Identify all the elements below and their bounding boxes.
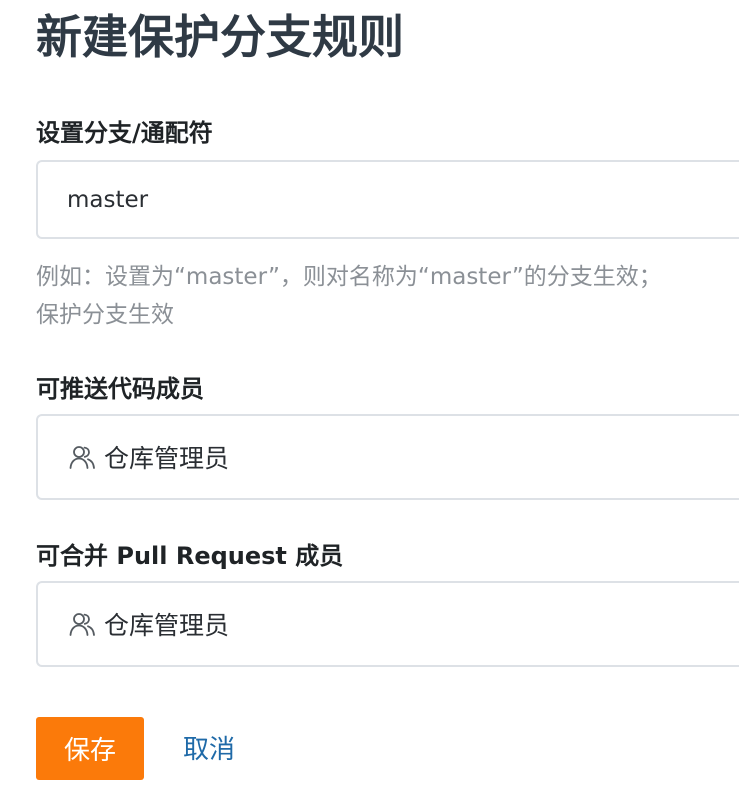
push-members-select[interactable]: 仓库管理员 bbox=[36, 414, 739, 500]
push-member-tag-label: 仓库管理员 bbox=[104, 444, 230, 473]
page-title: 新建保护分支规则 bbox=[36, 10, 404, 64]
cancel-button[interactable]: 取消 bbox=[183, 730, 235, 770]
branch-hint-line-1: 例如：设置为“master”，则对名称为“master”的分支生效； bbox=[36, 264, 662, 290]
new-protected-branch-rule-page: 新建保护分支规则 设置分支/通配符 例如：设置为“master”，则对名称为“m… bbox=[0, 0, 739, 785]
save-button[interactable]: 保存 bbox=[36, 717, 144, 780]
merge-members-select[interactable]: 仓库管理员 bbox=[36, 581, 739, 667]
merge-member-tag[interactable]: 仓库管理员 bbox=[68, 606, 229, 642]
merge-members-label: 可合并 Pull Request 成员 bbox=[36, 542, 344, 570]
branch-field-label: 设置分支/通配符 bbox=[36, 119, 213, 147]
branch-hint: 例如：设置为“master”，则对名称为“master”的分支生效； 保护分支生… bbox=[36, 258, 739, 334]
users-icon bbox=[68, 443, 96, 471]
merge-member-tag-label: 仓库管理员 bbox=[104, 611, 230, 640]
push-member-tag[interactable]: 仓库管理员 bbox=[68, 439, 229, 475]
branch-hint-line-2: 保护分支生效 bbox=[36, 302, 174, 328]
branch-input-wrapper bbox=[36, 160, 739, 239]
users-icon bbox=[68, 610, 96, 638]
push-members-label: 可推送代码成员 bbox=[36, 375, 204, 403]
branch-input[interactable] bbox=[38, 162, 739, 237]
